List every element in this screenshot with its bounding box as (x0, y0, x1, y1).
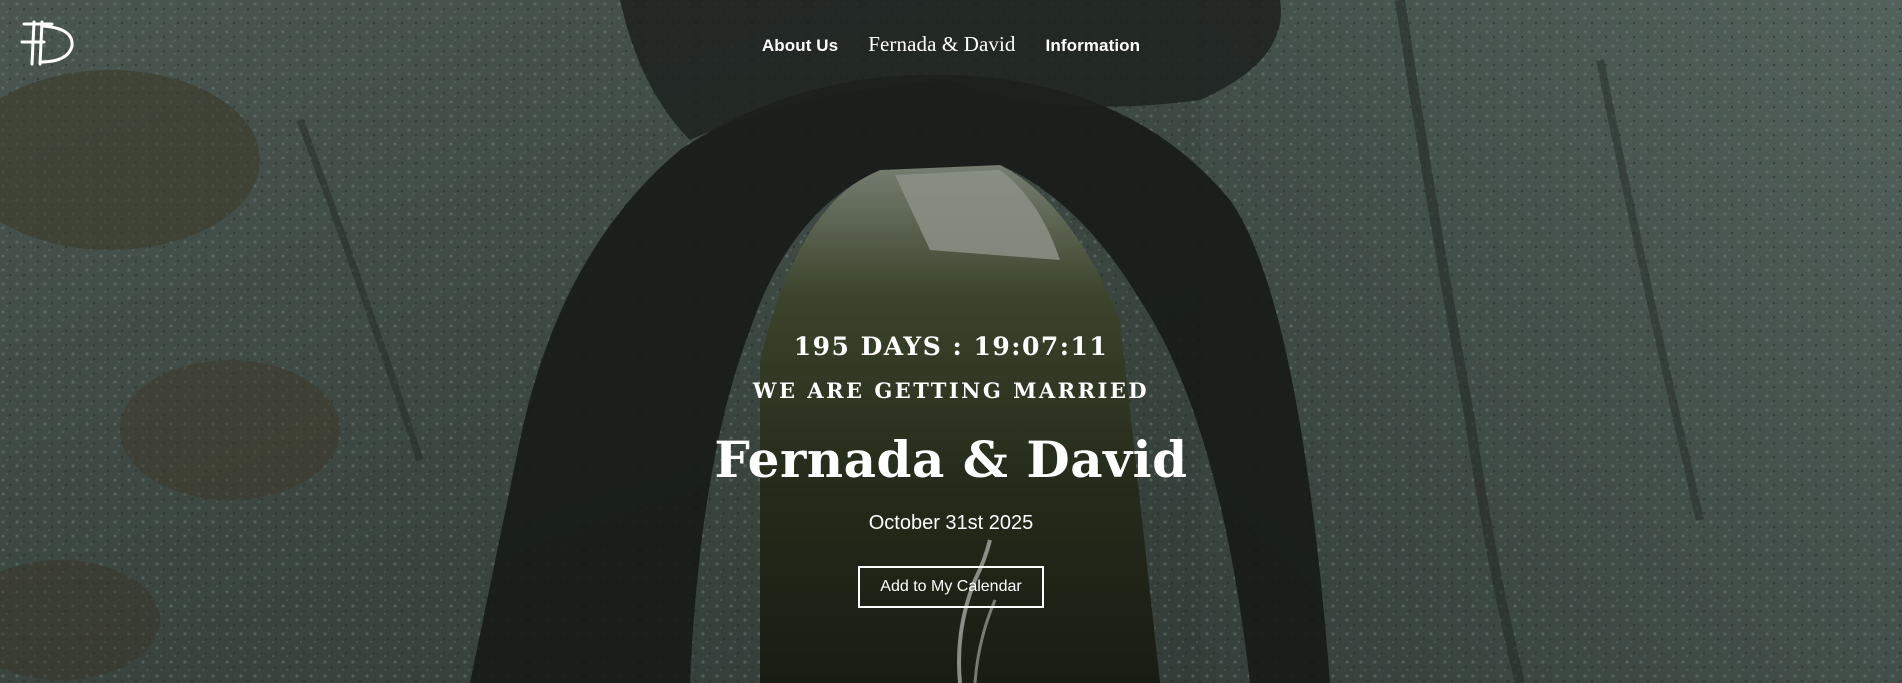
wedding-date: October 31st 2025 (868, 512, 1034, 534)
hero-tagline: WE ARE GETTING MARRIED (752, 378, 1150, 403)
nav-about-us[interactable]: About Us (762, 36, 838, 56)
calendar-button-wrap: Add to My Calendar (0, 566, 1902, 608)
nav-information[interactable]: Information (1046, 36, 1141, 56)
hero-section: About Us Fernada & David Information 195… (0, 0, 1902, 683)
nav-brand[interactable]: Fernada & David (868, 32, 1015, 57)
countdown-timer: 195 DAYS : 19:07:11 (793, 332, 1109, 361)
main-nav: About Us Fernada & David Information (0, 32, 1902, 57)
add-to-calendar-button[interactable]: Add to My Calendar (858, 566, 1044, 608)
hero-couple-names: Fernada & David (714, 430, 1188, 489)
